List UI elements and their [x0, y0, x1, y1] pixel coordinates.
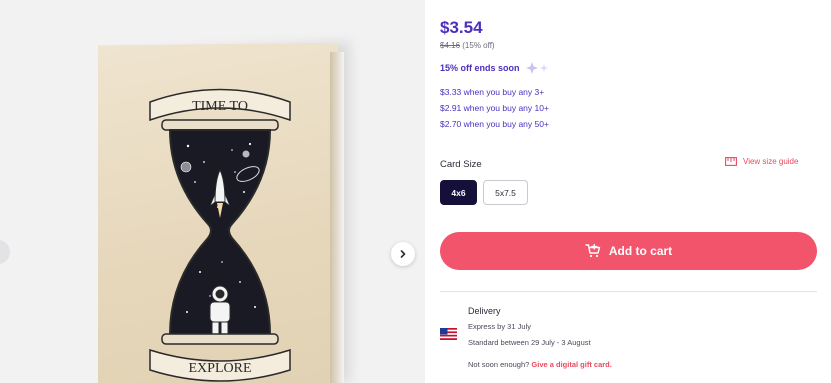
ruler-icon: [725, 157, 737, 166]
chevron-right-icon: [400, 250, 406, 258]
planet-ring: [242, 150, 250, 158]
bulk-tier: $2.91 when you buy any 10+: [440, 103, 549, 113]
express-delivery: Express by 31 July: [468, 322, 531, 331]
hourglass-bottom-cap: [161, 333, 279, 345]
size-option-5x7-5[interactable]: 5x7.5: [483, 180, 528, 205]
divider: [440, 291, 817, 292]
banner-top-text: TIME TO: [192, 99, 248, 114]
product-details-panel: $3.54 $4.16 (15% off) 15% off ends soon …: [425, 0, 831, 383]
delivery-title: Delivery: [468, 306, 501, 316]
size-options: 4x6 5x7.5: [440, 180, 528, 205]
card-fold: [330, 52, 344, 383]
next-image-button[interactable]: [391, 242, 415, 266]
offer-banner: 15% off ends soon: [440, 62, 551, 74]
planet-left: [180, 161, 192, 173]
bulk-pricing-list: $3.33 when you buy any 3+ $2.91 when you…: [440, 84, 549, 132]
old-price: $4.16: [440, 41, 461, 50]
old-price-row: $4.16 (15% off): [440, 41, 495, 50]
add-to-cart-button[interactable]: Add to cart: [440, 232, 817, 270]
card-size-label: Card Size: [440, 159, 482, 170]
discount-note: (15% off): [462, 41, 495, 50]
cart-icon: [585, 244, 601, 258]
bulk-tier: $2.70 when you buy any 50+: [440, 119, 549, 129]
banner-bottom-text: EXPLORE: [189, 361, 252, 376]
previous-image-button[interactable]: [0, 240, 10, 264]
standard-delivery: Standard between 29 July - 3 August: [468, 338, 591, 347]
size-guide-link[interactable]: View size guide: [725, 157, 798, 166]
add-to-cart-label: Add to cart: [608, 244, 673, 258]
size-option-4x6[interactable]: 4x6: [440, 180, 477, 205]
bulk-tier: $3.33 when you buy any 3+: [440, 87, 545, 97]
not-soon-text: Not soon enough?: [468, 360, 530, 369]
hourglass-top-cap: [161, 119, 279, 131]
gift-card-link[interactable]: Give a digital gift card.: [531, 360, 611, 369]
card-artwork: TIME TO EXPLORE: [149, 88, 291, 382]
offer-text: 15% off ends soon: [440, 63, 520, 73]
current-price: $3.54: [440, 18, 483, 37]
not-soon-row: Not soon enough? Give a digital gift car…: [468, 360, 612, 369]
us-flag-icon: [440, 328, 457, 340]
sparkle-icon: [525, 62, 548, 74]
size-guide-label: View size guide: [743, 157, 799, 166]
product-gallery: TIME TO EXPLORE: [0, 0, 425, 383]
